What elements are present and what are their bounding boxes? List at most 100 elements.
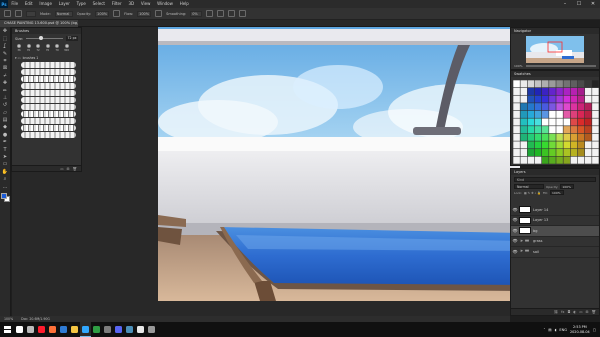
pressure-opacity-icon[interactable] xyxy=(113,10,121,17)
mail-icon[interactable] xyxy=(58,322,69,337)
color-swatch[interactable] xyxy=(563,103,571,111)
layer-name[interactable]: sail xyxy=(533,250,539,254)
firefox-icon[interactable] xyxy=(47,322,58,337)
obs-icon[interactable] xyxy=(102,322,113,337)
color-swatch[interactable] xyxy=(577,110,585,118)
photoshop-icon[interactable] xyxy=(80,322,91,337)
chevron-up-icon[interactable]: ˄ xyxy=(544,328,546,332)
eraser-tool-icon[interactable]: ▱ xyxy=(2,110,9,116)
brush-stroke-2[interactable] xyxy=(21,69,76,75)
color-swatch[interactable] xyxy=(534,118,542,126)
color-swatch[interactable] xyxy=(527,156,535,164)
notifications-icon[interactable]: ▢ xyxy=(593,328,596,332)
document-canvas[interactable] xyxy=(158,27,520,301)
color-swatch[interactable] xyxy=(527,141,535,149)
color-swatch[interactable] xyxy=(549,103,556,111)
color-swatch[interactable] xyxy=(549,87,556,95)
color-swatch[interactable] xyxy=(556,95,563,103)
brush-folder[interactable]: ▾ ▭ brushes 1 xyxy=(12,55,81,61)
layer-name[interactable]: Layer 13 xyxy=(533,218,548,222)
brush-stroke-8[interactable] xyxy=(21,111,76,117)
color-swatch[interactable] xyxy=(556,133,563,141)
color-swatch[interactable] xyxy=(541,141,549,149)
maximize-icon[interactable]: ☐ xyxy=(572,0,586,8)
layer-row[interactable]: 👁 Layer 14 xyxy=(511,205,599,216)
gradient-tool-icon[interactable]: ▤ xyxy=(2,117,9,123)
brush-preset[interactable]: 300 xyxy=(63,44,71,53)
brush-stroke-1[interactable] xyxy=(21,62,76,68)
color-swatch[interactable] xyxy=(556,110,563,118)
color-swatch[interactable] xyxy=(592,103,599,111)
airbrush-icon[interactable] xyxy=(155,10,163,17)
color-swatch[interactable] xyxy=(534,95,542,103)
color-swatch[interactable] xyxy=(577,133,585,141)
pressure-size-icon[interactable] xyxy=(228,10,236,17)
color-swatch[interactable] xyxy=(584,87,592,95)
color-swatch[interactable] xyxy=(527,103,535,111)
file-explorer-icon[interactable] xyxy=(69,322,80,337)
color-swatch[interactable] xyxy=(513,87,520,95)
type-tool-icon[interactable]: T xyxy=(2,147,9,153)
layer-group-row[interactable]: 👁 ▸ ▬ sail xyxy=(511,247,599,258)
color-swatch[interactable] xyxy=(527,95,535,103)
color-swatch[interactable] xyxy=(584,110,592,118)
color-swatch[interactable] xyxy=(541,110,549,118)
color-swatch[interactable] xyxy=(549,141,556,149)
color-swatch[interactable] xyxy=(556,141,563,149)
move-tool-icon[interactable]: ✥ xyxy=(2,28,9,34)
color-swatch[interactable] xyxy=(563,156,571,164)
dodge-tool-icon[interactable]: ● xyxy=(2,132,9,138)
layers-title[interactable]: Layers xyxy=(511,169,599,175)
color-swatch[interactable] xyxy=(520,141,528,149)
color-swatch[interactable] xyxy=(520,126,528,134)
color-swatch[interactable] xyxy=(592,87,599,95)
new-brush-icon[interactable]: ⊞ xyxy=(67,167,70,171)
steam-icon[interactable] xyxy=(124,322,135,337)
clock[interactable]: 2:53 PM 2020-08-04 xyxy=(570,325,590,334)
color-swatch[interactable] xyxy=(520,87,528,95)
brush-stroke-9[interactable] xyxy=(21,118,76,124)
menu-item-select[interactable]: Select xyxy=(89,0,108,8)
layer-row[interactable]: 👁 bg xyxy=(511,226,599,237)
chrome-icon[interactable] xyxy=(91,322,102,337)
color-swatch[interactable] xyxy=(513,80,520,88)
color-swatch[interactable] xyxy=(570,141,578,149)
more-tools-icon[interactable]: … xyxy=(2,184,9,190)
eyedropper-tool-icon[interactable]: ⌿ xyxy=(2,73,9,79)
settings-icon[interactable] xyxy=(146,322,157,337)
color-swatch[interactable] xyxy=(563,118,571,126)
pen-tool-icon[interactable]: ✒ xyxy=(2,139,9,145)
lasso-tool-icon[interactable]: ʆ xyxy=(2,43,9,49)
link-layers-icon[interactable]: ⛓ xyxy=(554,310,558,314)
color-swatch[interactable] xyxy=(563,80,571,88)
color-swatch[interactable] xyxy=(592,156,599,164)
color-swatch[interactable] xyxy=(584,103,592,111)
color-swatch[interactable] xyxy=(592,149,599,157)
rectangle-tool-icon[interactable]: ▭ xyxy=(2,161,9,167)
new-group-icon[interactable]: ▭ xyxy=(60,167,63,171)
color-swatch[interactable] xyxy=(549,110,556,118)
frame-tool-icon[interactable]: ⊠ xyxy=(2,65,9,71)
size-slider[interactable] xyxy=(26,36,63,41)
hand-tool-icon[interactable]: ✋ xyxy=(2,169,9,175)
color-swatch[interactable] xyxy=(541,103,549,111)
delete-brush-icon[interactable]: 🗑 xyxy=(73,167,77,171)
size-slider-knob[interactable] xyxy=(39,36,44,41)
color-swatch[interactable] xyxy=(513,95,520,103)
color-swatch[interactable] xyxy=(577,141,585,149)
color-swatch[interactable] xyxy=(584,133,592,141)
menu-item-edit[interactable]: Edit xyxy=(21,0,36,8)
color-swatch[interactable] xyxy=(584,149,592,157)
color-swatch[interactable] xyxy=(570,149,578,157)
color-swatch[interactable] xyxy=(541,126,549,134)
home-icon[interactable] xyxy=(4,10,11,17)
color-swatch[interactable] xyxy=(570,118,578,126)
color-swatch[interactable] xyxy=(556,156,563,164)
blur-tool-icon[interactable]: ◆ xyxy=(2,124,9,130)
color-swatch[interactable] xyxy=(592,133,599,141)
color-swatch[interactable] xyxy=(527,110,535,118)
color-swatch[interactable] xyxy=(534,141,542,149)
photoshop-logo-icon[interactable]: Ps xyxy=(0,0,8,8)
adjustment-layer-icon[interactable]: ◐ xyxy=(573,310,576,314)
foreground-color[interactable] xyxy=(0,192,7,199)
